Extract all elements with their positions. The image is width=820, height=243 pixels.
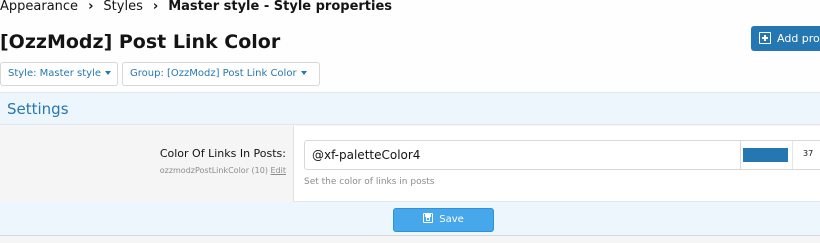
save-label: Save (439, 214, 464, 225)
breadcrumb-chevron-icon: › (152, 0, 159, 14)
edit-property-link[interactable]: Edit (271, 166, 287, 175)
plus-square-icon (759, 32, 771, 44)
add-property-label: Add pro (777, 32, 820, 45)
divider (792, 141, 793, 169)
breadcrumb-link-appearance[interactable]: Appearance (0, 0, 78, 14)
property-hint: ozzmodzPostLinkColor (10) Edit (160, 166, 286, 175)
caret-down-icon (300, 71, 307, 75)
property-value-cell: @xf-paletteColor4 37 Set the color of li… (293, 126, 820, 202)
color-value-input[interactable]: @xf-paletteColor4 (304, 140, 740, 170)
color-swatch[interactable] (743, 148, 788, 162)
color-picker[interactable]: 37 (740, 140, 820, 170)
property-explain: Set the color of links in posts (304, 177, 435, 187)
add-property-button[interactable]: Add pro (751, 26, 820, 51)
breadcrumb-link-styles[interactable]: Styles (103, 0, 142, 14)
property-key: ozzmodzPostLinkColor (10) (159, 166, 268, 175)
style-filter-label: Style: Master style (8, 68, 101, 79)
property-label: Color Of Links In Posts: (159, 147, 286, 160)
settings-header: Settings (0, 93, 820, 125)
group-filter-menu[interactable]: Group: [OzzModz] Post Link Color (122, 62, 320, 86)
save-icon (423, 213, 434, 223)
style-filter-menu[interactable]: Style: Master style (0, 62, 118, 86)
color-number: 37 (803, 149, 814, 158)
caret-down-icon (104, 71, 111, 75)
breadcrumb: Appearance › Styles › Master style - Style p… (0, 0, 392, 14)
group-filter-label: Group: [OzzModz] Post Link Color (130, 68, 297, 79)
form-footer: Save (0, 202, 820, 236)
breadcrumb-current[interactable]: Master style - Style properties (168, 0, 392, 14)
settings-block: Settings Color Of Links In Posts: ozzmod… (0, 92, 820, 243)
breadcrumb-chevron-icon: › (88, 0, 94, 14)
page-title: [OzzModz] Post Link Color (0, 31, 281, 53)
save-button[interactable]: Save (393, 208, 494, 232)
settings-heading: Settings (7, 100, 69, 118)
